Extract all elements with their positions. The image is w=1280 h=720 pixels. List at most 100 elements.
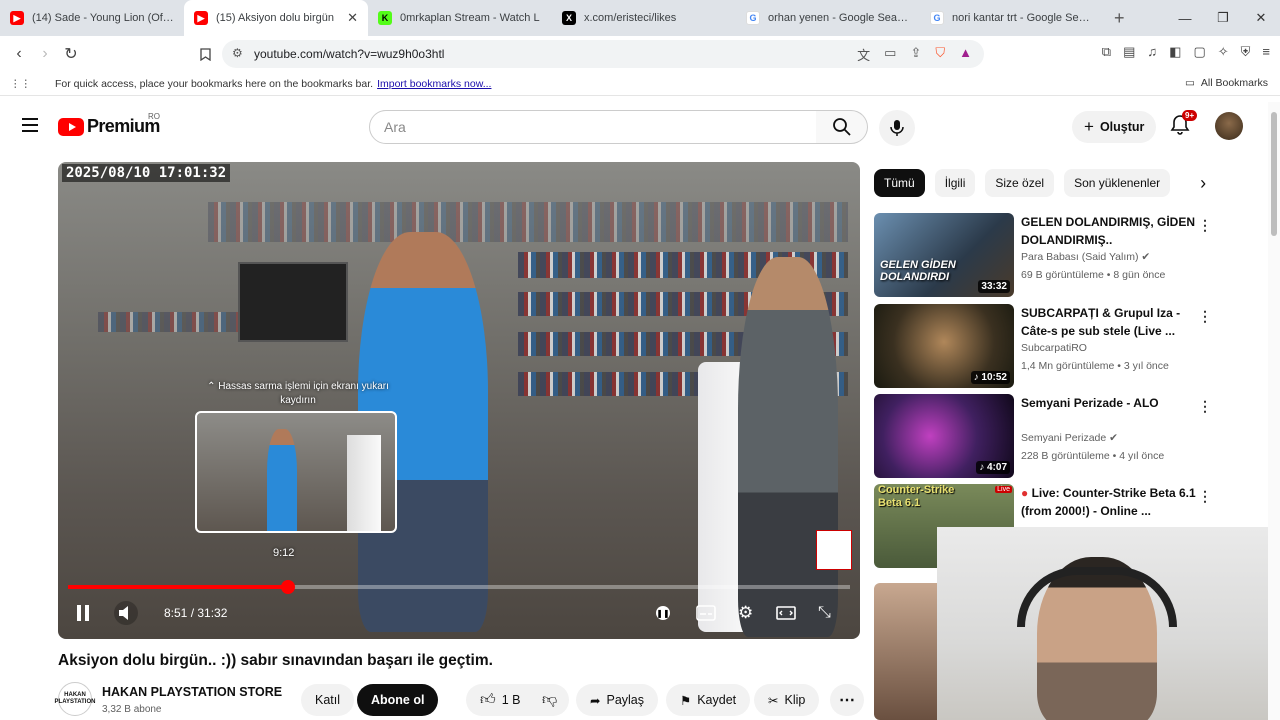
account-avatar[interactable] xyxy=(1215,112,1243,140)
scrollbar-thumb[interactable] xyxy=(1271,112,1277,236)
window-controls: — ❐ ✕ xyxy=(1166,0,1280,36)
apps-grid-icon[interactable]: ⋮⋮ xyxy=(10,78,31,90)
recommended-video[interactable]: ♪ 10:52 SUBCARPAȚI & Grupul Iza - Câte-s… xyxy=(874,304,1214,388)
video-duration: ♪ 4:07 xyxy=(976,461,1010,474)
recommended-title[interactable]: Semyani Perizade - ALO xyxy=(1021,394,1196,412)
browser-tab-active[interactable]: ▶ (15) Aksiyon dolu birgün ✕ xyxy=(184,0,368,36)
sidebar-icon[interactable]: ◧ xyxy=(1169,44,1181,60)
address-bar[interactable]: ⚙ youtube.com/watch?v=wuz9h0o3htl 文 ▭ ⇪ … xyxy=(222,40,984,68)
more-options-icon[interactable]: ⋮ xyxy=(1198,308,1212,325)
browser-tab[interactable]: K 0mrkaplan Stream - Watch L xyxy=(368,0,552,36)
notifications-button[interactable]: 9+ xyxy=(1170,110,1198,141)
progress-bar[interactable] xyxy=(68,580,850,594)
import-bookmarks-link[interactable]: Import bookmarks now... xyxy=(377,78,491,90)
new-tab-icon[interactable]: + xyxy=(1114,8,1125,29)
leo-ai-icon[interactable]: ✧ xyxy=(1218,44,1229,60)
voice-search-button[interactable] xyxy=(879,110,915,146)
theater-mode-icon[interactable] xyxy=(776,605,796,621)
channel-name[interactable]: HAKAN PLAYSTATION STORE xyxy=(102,685,282,699)
settings-gear-icon[interactable]: ⚙ xyxy=(738,603,753,623)
media-icon[interactable]: ♫ xyxy=(1147,44,1157,60)
site-settings-icon[interactable]: ⚙ xyxy=(232,46,243,60)
volume-button[interactable] xyxy=(114,601,138,625)
autoplay-toggle-icon[interactable]: ❚❚ xyxy=(656,606,670,620)
recommended-title[interactable]: SUBCARPAȚI & Grupul Iza - Câte-s pe sub … xyxy=(1021,304,1196,340)
more-options-icon[interactable]: ⋮ xyxy=(1198,398,1212,415)
video-thumbnail[interactable]: GELEN GİDEN DOLANDIRDI 33:32 xyxy=(874,213,1014,297)
video-duration: ♪ 10:52 xyxy=(970,371,1010,384)
video-thumbnail[interactable]: ♪ 10:52 xyxy=(874,304,1014,388)
bookmark-page-icon[interactable] xyxy=(192,41,218,67)
tab-title: x.com/eristeci/likes xyxy=(584,12,677,24)
like-button[interactable]: 👍︎ 1 B xyxy=(466,684,531,716)
thumbnail-text: Counter-Strike Beta 6.1 xyxy=(878,484,955,509)
search-input[interactable]: Ara xyxy=(369,110,817,144)
recommended-channel[interactable]: Semyani Perizade ✔ xyxy=(1021,432,1118,444)
recommended-video[interactable]: ♪ 4:07 Semyani Perizade - ALO Semyani Pe… xyxy=(874,394,1214,478)
save-button[interactable]: ⚑ Kaydet xyxy=(666,684,751,716)
translate-icon[interactable]: 文 xyxy=(857,45,870,64)
youtube-header: Premium RO Ara + Oluştur 9+ xyxy=(0,102,1268,150)
brave-shield-icon[interactable]: ⛉ xyxy=(935,45,945,64)
search-button[interactable] xyxy=(816,110,868,144)
share-button[interactable]: ➦ Paylaş xyxy=(576,684,659,716)
hamburger-menu-icon[interactable] xyxy=(22,118,38,136)
restore-icon[interactable]: ❐ xyxy=(1204,0,1242,36)
more-actions-icon[interactable]: ⋯ xyxy=(830,684,864,716)
clip-button[interactable]: ✂ Klip xyxy=(754,684,820,716)
dislike-button[interactable]: 👎︎ xyxy=(530,684,570,716)
chip-related[interactable]: İlgili xyxy=(934,169,976,197)
recommendation-filter-chips: Tümü İlgili Size özel Son yüklenenler › xyxy=(874,169,1206,197)
recommended-title[interactable]: ● Live: Counter-Strike Beta 6.1 (from 20… xyxy=(1021,484,1196,520)
chip-all[interactable]: Tümü xyxy=(874,169,925,197)
cast-icon[interactable]: ▭ xyxy=(884,45,896,64)
reading-list-icon[interactable]: ▤ xyxy=(1123,44,1135,60)
chevron-right-icon[interactable]: › xyxy=(1200,173,1206,194)
browser-tab[interactable]: G orhan yenen - Google Search xyxy=(736,0,920,36)
video-player[interactable]: 2025/08/10 17:01:32 ⌃ Hassas sarma işlem… xyxy=(58,162,860,639)
chip-recently-uploaded[interactable]: Son yüklenenler xyxy=(1064,169,1171,197)
window-close-icon[interactable]: ✕ xyxy=(1242,0,1280,36)
join-button[interactable]: Katıl xyxy=(301,684,355,716)
video-title: Aksiyon dolu birgün.. :)) sabır sınavınd… xyxy=(58,652,493,669)
extensions-icon[interactable]: ⧉ xyxy=(1102,44,1111,60)
reload-icon[interactable]: ↻ xyxy=(58,41,84,67)
recommended-video[interactable]: GELEN GİDEN DOLANDIRDI 33:32 GELEN DOLAN… xyxy=(874,213,1214,297)
video-thumbnail[interactable]: ♪ 4:07 xyxy=(874,394,1014,478)
recommended-channel[interactable]: SubcarpatiRO xyxy=(1021,342,1087,354)
share-icon[interactable]: ⇪ xyxy=(910,45,921,64)
pause-button[interactable] xyxy=(76,605,90,621)
subtitles-icon[interactable] xyxy=(696,605,716,621)
more-options-icon[interactable]: ⋮ xyxy=(1198,488,1212,505)
close-tab-icon[interactable]: ✕ xyxy=(347,10,358,26)
vpn-icon[interactable]: ⛨ xyxy=(1241,44,1251,60)
exit-fullscreen-icon[interactable]: ⤡ xyxy=(818,604,831,622)
seek-preview-thumbnail xyxy=(195,411,397,533)
create-button[interactable]: + Oluştur xyxy=(1072,111,1157,143)
more-options-icon[interactable]: ⋮ xyxy=(1198,217,1212,234)
brave-rewards-icon[interactable]: ▲ xyxy=(959,45,972,64)
thumbnail-text: GELEN GİDEN DOLANDIRDI xyxy=(880,259,956,283)
subscribe-button[interactable]: Abone ol xyxy=(357,684,439,716)
menu-icon[interactable]: ≡ xyxy=(1262,44,1270,60)
chip-for-you[interactable]: Size özel xyxy=(985,169,1055,197)
video-scene-shelf xyxy=(98,312,258,332)
youtube-logo[interactable]: Premium RO xyxy=(58,112,160,137)
recommended-meta: 1,4 Mn görüntüleme • 3 yıl önce xyxy=(1021,360,1169,372)
back-icon[interactable]: ‹ xyxy=(6,41,32,67)
wallet-icon[interactable]: ▢ xyxy=(1193,44,1205,60)
browser-tab[interactable]: X x.com/eristeci/likes xyxy=(552,0,736,36)
player-controls: 8:51 / 31:32 ❚❚ ⚙ ⤡ xyxy=(58,598,860,628)
browser-tab[interactable]: ▶ (14) Sade - Young Lion (Official xyxy=(0,0,184,36)
scrubber-handle[interactable] xyxy=(280,580,295,594)
volume-icon xyxy=(119,606,128,620)
minimize-icon[interactable]: — xyxy=(1166,0,1204,36)
recommended-title[interactable]: GELEN DOLANDIRMIŞ, GİDEN DOLANDIRMIŞ.. xyxy=(1021,213,1196,249)
all-bookmarks-button[interactable]: All Bookmarks xyxy=(1201,77,1268,89)
browser-tab[interactable]: G nori kantar trt - Google Search xyxy=(920,0,1104,36)
bookmark-icon: ⚑ xyxy=(680,693,692,708)
channel-avatar[interactable]: HAKAN PLAYSTATION xyxy=(55,682,95,716)
page-scrollbar[interactable] xyxy=(1268,102,1280,720)
forward-icon[interactable]: › xyxy=(32,41,58,67)
recommended-channel[interactable]: Para Babası (Said Yalım) ✔ xyxy=(1021,251,1150,263)
